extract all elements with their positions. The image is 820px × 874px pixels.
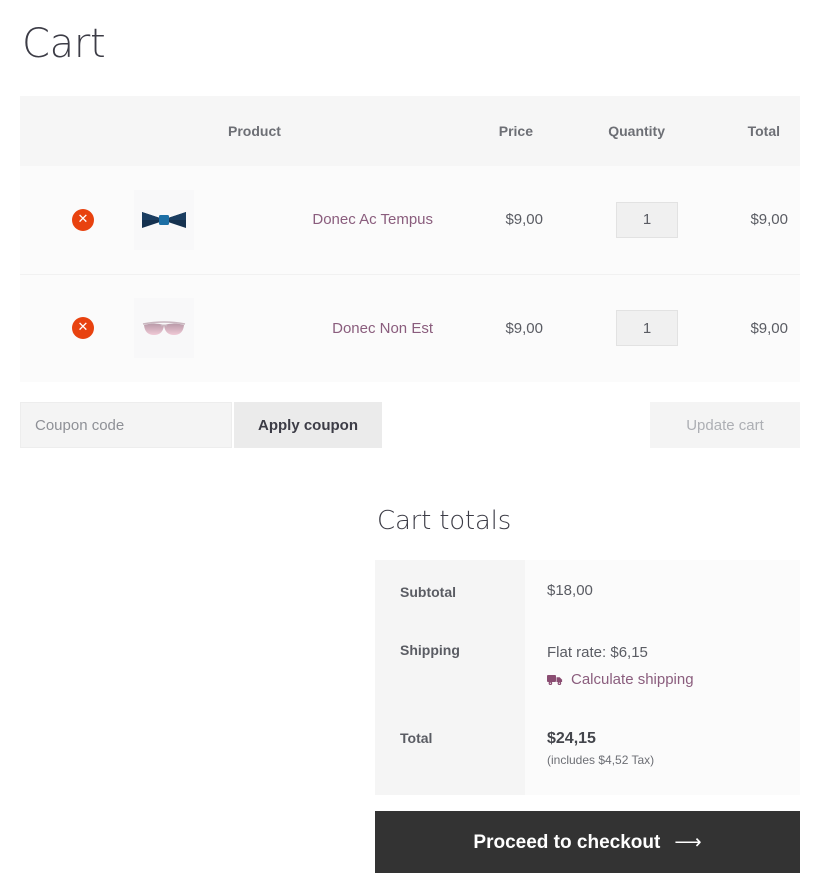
arrow-right-icon: ⟶ — [674, 831, 702, 853]
truck-icon — [547, 673, 564, 686]
column-header-total: Total — [690, 96, 800, 166]
cell-quantity — [555, 273, 690, 382]
total-amount: $24,15 — [547, 729, 596, 747]
cart-totals-title: Cart totals — [377, 506, 512, 536]
cell-quantity — [555, 166, 690, 274]
cart-header-row: Product Price Quantity Total — [20, 96, 800, 166]
column-header-product: Product — [206, 96, 445, 166]
shipping-label: Shipping — [375, 624, 525, 708]
totals-row-shipping: Shipping Flat rate: $6,15 Calculate ship… — [375, 624, 800, 708]
cell-price: $9,00 — [445, 166, 555, 274]
quantity-input[interactable] — [616, 310, 678, 347]
cell-price: $9,00 — [445, 273, 555, 382]
product-link[interactable]: Donec Ac Tempus — [312, 211, 433, 228]
update-cart-button[interactable]: Update cart — [650, 402, 800, 448]
tax-note: (includes $4,52 Tax) — [547, 752, 655, 767]
cart-page: Cart Product Price Quantity Total ✕ Done… — [0, 0, 820, 873]
cell-product-name: Donec Non Est — [206, 273, 445, 382]
column-header-quantity: Quantity — [555, 96, 690, 166]
proceed-to-checkout-button[interactable]: Proceed to checkout ⟶ — [375, 810, 800, 873]
totals-row-total: Total $24,15 (includes $4,52 Tax) — [375, 707, 800, 795]
remove-item-icon[interactable]: ✕ — [72, 317, 94, 340]
cell-product-name: Donec Ac Tempus — [206, 166, 445, 274]
totals-row-subtotal: Subtotal $18,00 — [375, 560, 800, 624]
column-header-thumbnail — [106, 96, 206, 166]
column-header-price: Price — [445, 96, 555, 166]
cart-table-header: Product Price Quantity Total — [20, 96, 800, 166]
cart-items-table: Product Price Quantity Total ✕ Donec Ac … — [20, 96, 800, 382]
quantity-input[interactable] — [616, 201, 678, 238]
bow-tie-product-image[interactable] — [134, 189, 194, 250]
cell-line-total: $9,00 — [690, 273, 800, 382]
subtotal-label: Subtotal — [375, 560, 525, 624]
table-row: ✕ Donec Non Est $9,00 1 $9,00 — [20, 273, 800, 382]
coupon-group: Apply coupon — [20, 402, 382, 448]
remove-item-icon[interactable]: ✕ — [72, 208, 94, 231]
shipping-method-value: Flat rate: $6,15 — [547, 644, 648, 661]
cell-thumbnail — [106, 273, 206, 382]
product-link[interactable]: Donec Non Est — [332, 320, 433, 337]
sunglasses-product-image[interactable] — [134, 298, 194, 359]
cart-table-body: ✕ Donec Ac Tempus $9,00 1 $9,00 ✕ Donec … — [20, 166, 800, 382]
page-title: Cart — [22, 21, 106, 67]
cart-totals-section: Cart totals Subtotal $18,00 Shipping Fla… — [375, 506, 800, 873]
cart-totals-table: Subtotal $18,00 Shipping Flat rate: $6,1… — [375, 560, 800, 795]
cart-actions-row: Apply coupon Update cart — [20, 402, 800, 448]
calculate-shipping-label: Calculate shipping — [571, 670, 694, 688]
shipping-value-cell: Flat rate: $6,15 Calculate shipping — [525, 624, 800, 708]
sunglasses-icon — [134, 298, 194, 359]
total-value-cell: $24,15 (includes $4,52 Tax) — [525, 707, 800, 795]
cell-line-total: $9,00 — [690, 166, 800, 274]
calculate-shipping-link[interactable]: Calculate shipping — [547, 671, 694, 688]
column-header-remove — [20, 96, 106, 166]
cell-remove: ✕ — [20, 273, 106, 382]
cell-remove: ✕ — [20, 166, 106, 274]
bow-tie-icon — [134, 189, 194, 250]
subtotal-value: $18,00 — [525, 560, 800, 624]
apply-coupon-button[interactable]: Apply coupon — [234, 402, 382, 448]
checkout-label: Proceed to checkout — [473, 831, 661, 853]
coupon-code-input[interactable] — [20, 402, 232, 448]
total-label: Total — [375, 707, 525, 795]
cell-thumbnail — [106, 166, 206, 274]
table-row: ✕ Donec Ac Tempus $9,00 1 $9,00 — [20, 166, 800, 274]
